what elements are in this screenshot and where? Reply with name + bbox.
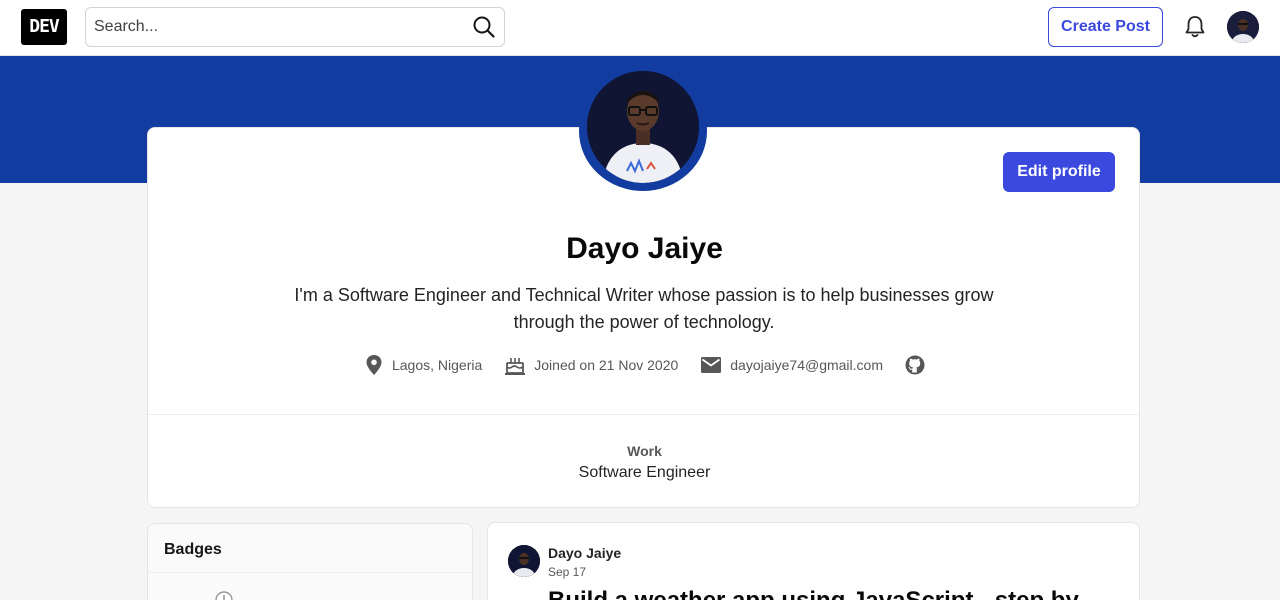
email-text[interactable]: dayojaiye74@gmail.com xyxy=(730,357,883,373)
profile-name: Dayo Jaiye xyxy=(566,232,723,265)
badge-icon[interactable] xyxy=(214,590,234,600)
profile-avatar-image xyxy=(587,71,699,183)
joined-text: Joined on 21 Nov 2020 xyxy=(534,357,679,373)
work-value: Software Engineer xyxy=(578,464,711,481)
post-author-avatar[interactable] xyxy=(508,545,540,577)
location-pin-icon xyxy=(364,354,384,376)
location-item: Lagos, Nigeria xyxy=(364,354,482,376)
search-icon[interactable] xyxy=(472,15,496,39)
github-item[interactable] xyxy=(905,355,925,375)
profile-avatar xyxy=(579,71,707,191)
bell-icon[interactable] xyxy=(1182,14,1208,40)
badges-divider xyxy=(148,572,472,573)
post-author-name[interactable]: Dayo Jaiye xyxy=(548,545,621,561)
work-label: Work xyxy=(627,443,662,459)
badges-card: Badges xyxy=(147,523,473,600)
post-date[interactable]: Sep 17 xyxy=(548,565,586,579)
profile-divider xyxy=(148,414,1139,415)
edit-profile-button[interactable]: Edit profile xyxy=(1003,152,1115,192)
github-icon[interactable] xyxy=(905,355,925,375)
search-bar xyxy=(85,7,505,47)
dev-logo[interactable]: DEV xyxy=(21,9,67,45)
joined-item: Joined on 21 Nov 2020 xyxy=(504,354,678,376)
post-card[interactable]: Dayo Jaiye Sep 17 Build a weather app us… xyxy=(487,522,1140,600)
email-item[interactable]: dayojaiye74@gmail.com xyxy=(700,356,883,374)
create-post-button[interactable]: Create Post xyxy=(1048,7,1163,47)
mail-icon xyxy=(700,356,722,374)
top-navigation: DEV Create Post xyxy=(0,0,1280,56)
profile-bio: I'm a Software Engineer and Technical Wr… xyxy=(294,285,994,332)
search-input[interactable] xyxy=(86,8,466,46)
location-text: Lagos, Nigeria xyxy=(391,357,483,373)
badges-title: Badges xyxy=(164,541,222,558)
avatar[interactable] xyxy=(1227,11,1259,43)
post-title[interactable]: Build a weather app using JavaScript - s… xyxy=(548,587,1108,600)
cake-icon xyxy=(504,354,526,376)
profile-meta: Lagos, Nigeria Joined on 21 Nov 2020 day… xyxy=(148,354,1141,376)
